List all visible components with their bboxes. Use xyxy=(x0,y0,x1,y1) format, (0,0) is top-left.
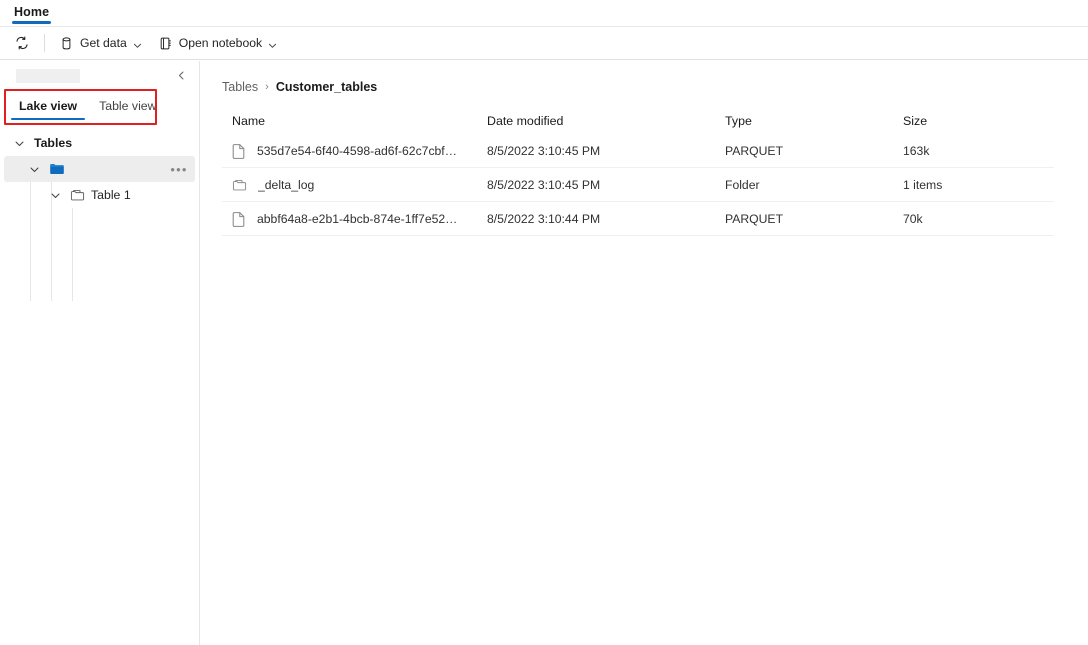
chevron-right-icon: › xyxy=(265,81,269,93)
column-header-date-modified[interactable]: Date modified xyxy=(487,114,725,128)
tree-node-tables[interactable]: Tables xyxy=(4,130,195,156)
lakehouse-explorer-window: Home Get data xyxy=(0,0,1088,645)
folder-outline-icon xyxy=(70,188,85,202)
cell-size: 70k xyxy=(903,212,1023,226)
view-tab-strip: Lake view Table view xyxy=(0,91,199,121)
tree-node-customer-tables[interactable]: ••• xyxy=(4,156,195,182)
cell-date-modified: 8/5/2022 3:10:45 PM xyxy=(487,144,725,158)
table-row[interactable]: _delta_log 8/5/2022 3:10:45 PM Folder 1 … xyxy=(222,168,1054,202)
lakehouse-explorer-pane: Lake view Table view Tables xyxy=(0,61,200,645)
chevron-left-icon xyxy=(176,70,187,81)
chevron-down-icon[interactable] xyxy=(10,134,28,152)
more-actions-glyph: ••• xyxy=(170,162,187,177)
get-data-label: Get data xyxy=(80,36,127,50)
command-bar: Get data Open notebook xyxy=(0,27,1088,60)
chevron-down-icon[interactable] xyxy=(46,186,64,204)
file-name: _delta_log xyxy=(258,178,314,192)
cell-date-modified: 8/5/2022 3:10:44 PM xyxy=(487,212,725,226)
column-header-name[interactable]: Name xyxy=(222,114,487,128)
table-row[interactable]: abbf64a8-e2b1-4bcb-874e-1ff7e524… 8/5/20… xyxy=(222,202,1054,236)
file-name: 535d7e54-6f40-4598-ad6f-62c7cbf1… xyxy=(257,144,462,158)
chevron-down-icon xyxy=(133,39,142,48)
tab-table-view-label: Table view xyxy=(99,99,156,113)
cell-date-modified: 8/5/2022 3:10:45 PM xyxy=(487,178,725,192)
cell-name: _delta_log xyxy=(222,178,487,192)
workspace-name-placeholder xyxy=(16,69,80,83)
open-notebook-button[interactable]: Open notebook xyxy=(150,30,285,56)
tab-table-view[interactable]: Table view xyxy=(88,91,167,121)
explorer-pane-header xyxy=(0,61,199,89)
database-icon xyxy=(59,36,74,51)
cell-size: 163k xyxy=(903,144,1023,158)
tab-lake-view-label: Lake view xyxy=(19,99,77,113)
command-bar-divider xyxy=(44,34,45,52)
active-tab-underline xyxy=(12,21,51,24)
active-view-tab-underline xyxy=(11,118,85,121)
tree-node-more-actions-button[interactable]: ••• xyxy=(169,159,189,179)
table-row[interactable]: 535d7e54-6f40-4598-ad6f-62c7cbf1… 8/5/20… xyxy=(222,134,1054,168)
cell-type: PARQUET xyxy=(725,212,903,226)
collapse-pane-button[interactable] xyxy=(171,65,191,85)
cell-name: 535d7e54-6f40-4598-ad6f-62c7cbf1… xyxy=(222,143,487,159)
tree-guide-line xyxy=(72,208,73,301)
column-header-size[interactable]: Size xyxy=(903,114,1023,128)
chevron-down-icon[interactable] xyxy=(25,160,43,178)
tree-node-table-1-label: Table 1 xyxy=(91,188,131,202)
file-list: Name Date modified Type Size 535d7e54-6f… xyxy=(222,108,1054,236)
file-icon xyxy=(232,211,246,227)
tab-lake-view[interactable]: Lake view xyxy=(8,91,88,121)
ribbon-tab-home-label: Home xyxy=(14,5,49,19)
breadcrumb: Tables › Customer_tables xyxy=(201,61,1088,94)
breadcrumb-item-customer-tables: Customer_tables xyxy=(276,80,377,94)
tree-node-tables-label: Tables xyxy=(34,136,72,150)
open-notebook-label: Open notebook xyxy=(179,36,262,50)
cell-size: 1 items xyxy=(903,178,1023,192)
refresh-icon xyxy=(14,35,30,51)
notebook-icon xyxy=(158,36,173,51)
refresh-button[interactable] xyxy=(8,30,36,56)
chevron-down-icon xyxy=(268,39,277,48)
ribbon-tab-strip: Home xyxy=(0,0,1088,27)
get-data-button[interactable]: Get data xyxy=(51,30,150,56)
tree-node-table-1[interactable]: Table 1 xyxy=(4,182,195,208)
object-explorer-tree: Tables ••• xyxy=(0,130,199,208)
folder-outline-icon xyxy=(232,178,247,192)
content-area: Tables › Customer_tables Name Date modif… xyxy=(201,61,1088,645)
ribbon-tab-home[interactable]: Home xyxy=(8,0,55,20)
folder-filled-icon xyxy=(49,162,65,176)
cell-name: abbf64a8-e2b1-4bcb-874e-1ff7e524… xyxy=(222,211,487,227)
file-name: abbf64a8-e2b1-4bcb-874e-1ff7e524… xyxy=(257,212,462,226)
file-list-header: Name Date modified Type Size xyxy=(222,108,1054,134)
file-icon xyxy=(232,143,246,159)
breadcrumb-item-tables[interactable]: Tables xyxy=(222,80,258,94)
column-header-type[interactable]: Type xyxy=(725,114,903,128)
cell-type: PARQUET xyxy=(725,144,903,158)
cell-type: Folder xyxy=(725,178,903,192)
